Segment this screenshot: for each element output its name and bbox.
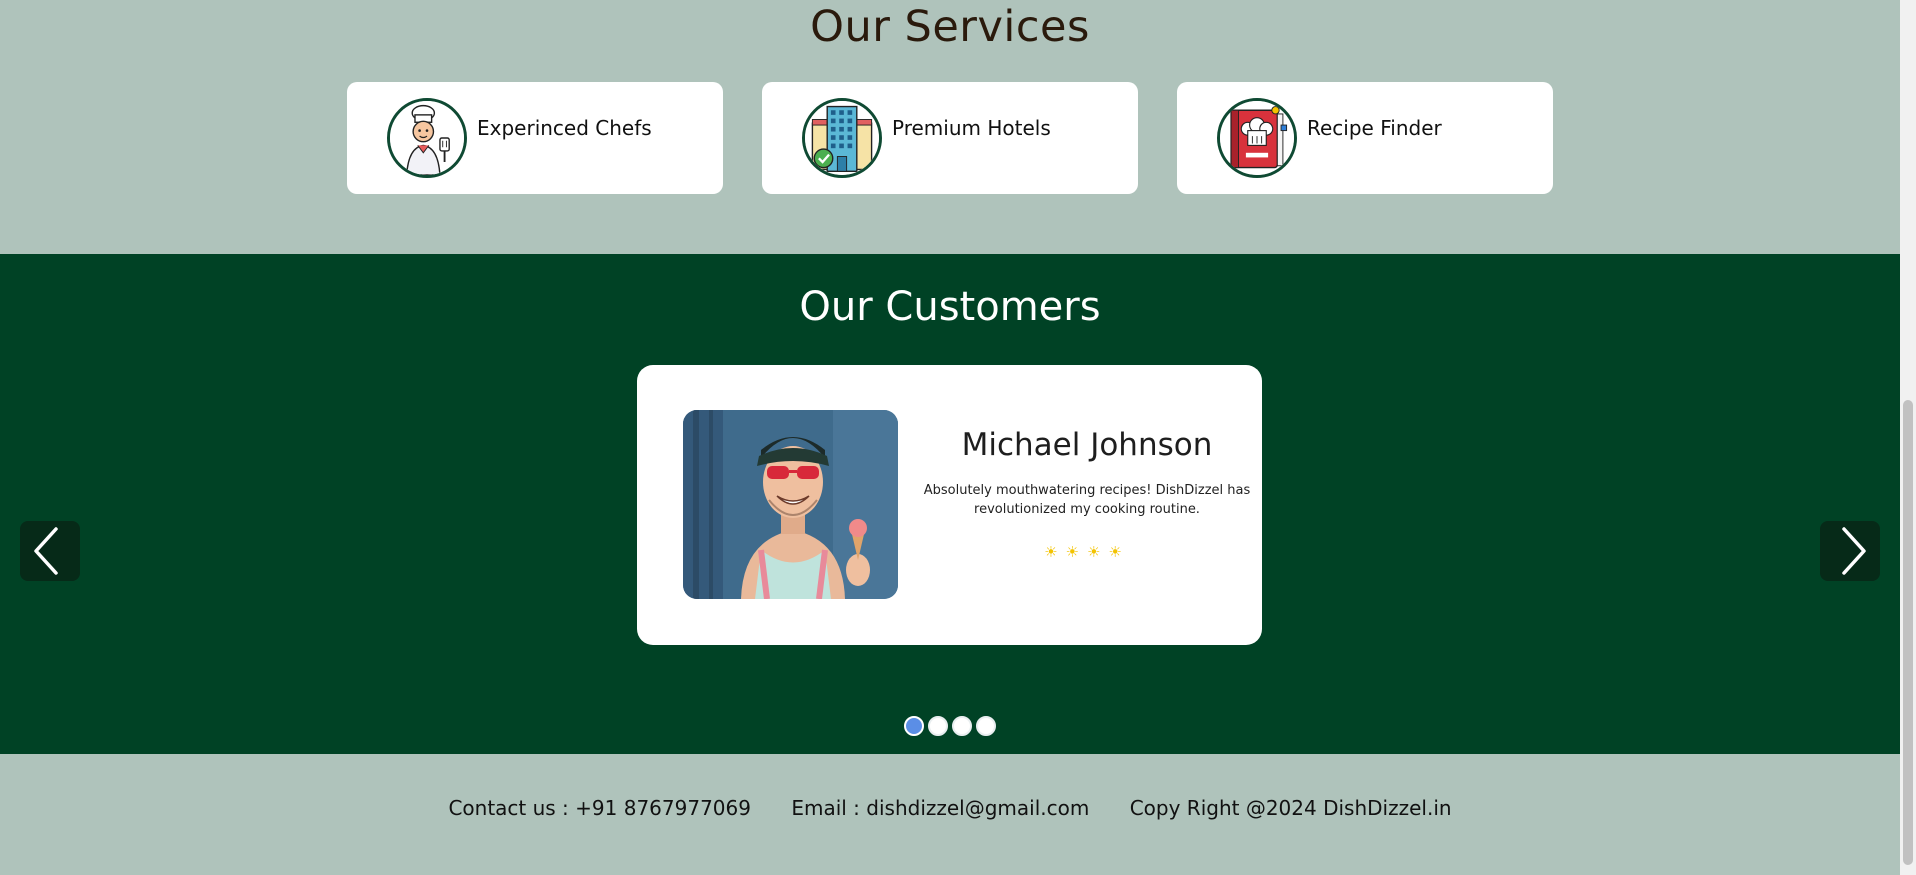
customers-title: Our Customers [799, 284, 1101, 330]
footer: Contact us : +91 8767977069 Email : dish… [0, 754, 1900, 875]
next-slide-button[interactable] [1820, 521, 1880, 581]
carousel-indicators [0, 716, 1900, 738]
service-label: Premium Hotels [892, 116, 1051, 140]
customer-photo [683, 410, 898, 599]
page-viewport: Our Services Experinced Chefs Premium Ho… [0, 0, 1900, 875]
star-rating: ☀☀☀☀ [1044, 543, 1130, 561]
carousel-dot[interactable] [928, 716, 948, 736]
customer-name: Michael Johnson [961, 427, 1213, 463]
service-card-recipes[interactable]: Recipe Finder [1177, 82, 1553, 194]
footer-contact: Contact us : +91 8767977069 [448, 796, 751, 820]
chevron-left-icon [34, 527, 58, 575]
carousel-dot[interactable] [976, 716, 996, 736]
chef-icon [387, 98, 467, 178]
service-card-hotels[interactable]: Premium Hotels [762, 82, 1138, 194]
scrollbar-thumb[interactable] [1903, 400, 1913, 865]
service-label: Experinced Chefs [477, 116, 652, 140]
service-label: Recipe Finder [1307, 116, 1442, 140]
services-section: Our Services Experinced Chefs Premium Ho… [0, 0, 1900, 254]
chevron-right-icon [1842, 527, 1866, 575]
carousel-dot[interactable] [952, 716, 972, 736]
customers-section: Our Customers Michael Johnson Absolutely… [0, 254, 1900, 754]
testimonial-card: Michael Johnson Absolutely mouthwatering… [637, 365, 1262, 645]
footer-copyright: Copy Right @2024 DishDizzel.in [1129, 796, 1452, 820]
hotel-icon [802, 98, 882, 178]
footer-email: Email : dishdizzel@gmail.com [791, 796, 1090, 820]
services-title: Our Services [810, 2, 1090, 52]
footer-info: Contact us : +91 8767977069 Email : dish… [0, 796, 1900, 820]
customer-quote: Absolutely mouthwatering recipes! DishDi… [923, 483, 1251, 517]
page-scrollbar[interactable] [1900, 0, 1916, 875]
carousel-dot[interactable] [904, 716, 924, 736]
recipe-book-icon [1217, 98, 1297, 178]
previous-slide-button[interactable] [20, 521, 80, 581]
service-card-chefs[interactable]: Experinced Chefs [347, 82, 723, 194]
